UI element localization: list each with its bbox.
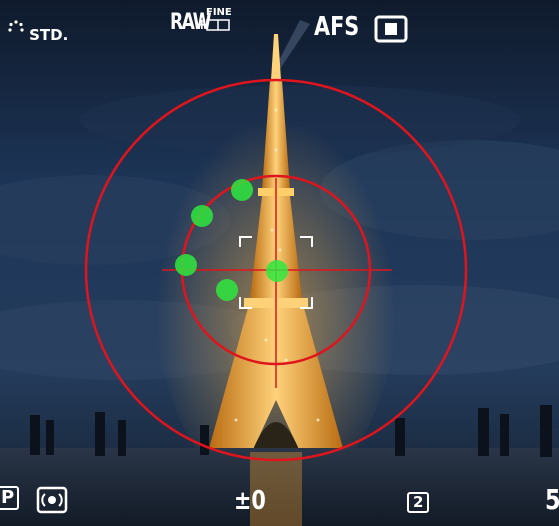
- exposure-compensation-label: ±0: [234, 486, 266, 516]
- image-quality-icon: [206, 19, 230, 31]
- picture-style-label: STD.: [29, 26, 69, 44]
- af-mode-label: AFS: [314, 12, 360, 42]
- shooting-mode-label: P: [0, 486, 20, 510]
- drive-mode-indicator: [374, 15, 408, 46]
- fine-label: FINE: [206, 7, 232, 18]
- shots-remaining-indicator: 2: [407, 492, 430, 513]
- image-quality-indicator: RAW + FINE: [170, 8, 232, 34]
- fine-quality: FINE: [206, 8, 232, 31]
- battery-count-partial: 5: [545, 486, 559, 514]
- scene-eiffel-tower-photo: [0, 0, 559, 526]
- picture-style-icon: [8, 20, 24, 32]
- shooting-mode-indicator: P: [0, 486, 20, 510]
- metering-mode-indicator: [36, 486, 68, 517]
- evaluative-metering-icon: [36, 486, 68, 514]
- shots-remaining-label: 2: [407, 492, 430, 513]
- single-shot-drive-icon: [374, 15, 408, 43]
- camera-viewfinder: STD. RAW + FINE AFS P ±0 2: [0, 0, 559, 526]
- picture-style-indicator: STD.: [8, 20, 68, 43]
